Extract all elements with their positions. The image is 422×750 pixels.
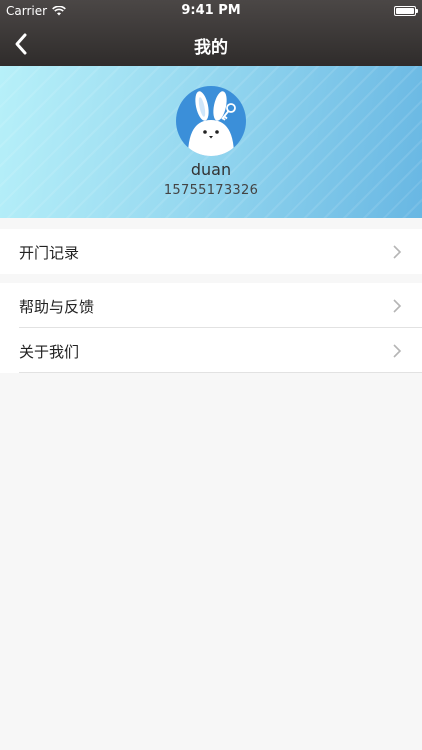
chevron-right-icon bbox=[393, 344, 402, 358]
menu-item-help-feedback[interactable]: 帮助与反馈 bbox=[0, 283, 422, 328]
menu-item-about-us[interactable]: 关于我们 bbox=[0, 328, 422, 373]
menu-item-label: 关于我们 bbox=[19, 343, 80, 361]
divider bbox=[19, 372, 422, 373]
status-bar: Carrier 9:41 PM bbox=[0, 0, 422, 22]
profile-phone: 15755173326 bbox=[163, 183, 259, 198]
menu-item-door-records[interactable]: 开门记录 bbox=[0, 229, 422, 274]
profile-header: duan 15755173326 bbox=[0, 66, 422, 218]
menu-item-label: 开门记录 bbox=[19, 244, 80, 262]
top-bar: Carrier 9:41 PM 我的 bbox=[0, 0, 422, 66]
status-right bbox=[394, 5, 418, 19]
page-title: 我的 bbox=[194, 38, 228, 58]
profile-name: duan bbox=[190, 160, 232, 179]
chevron-right-icon bbox=[393, 299, 402, 313]
menu-group-support: 帮助与反馈 关于我们 bbox=[0, 283, 422, 373]
battery-icon bbox=[394, 6, 418, 16]
nav-bar: 我的 bbox=[0, 22, 422, 66]
rabbit-avatar-icon[interactable] bbox=[176, 86, 246, 156]
menu-group-records: 开门记录 bbox=[0, 229, 422, 274]
status-time: 9:41 PM bbox=[181, 3, 241, 18]
chevron-right-icon bbox=[393, 245, 402, 259]
menu-item-label: 帮助与反馈 bbox=[19, 298, 95, 316]
